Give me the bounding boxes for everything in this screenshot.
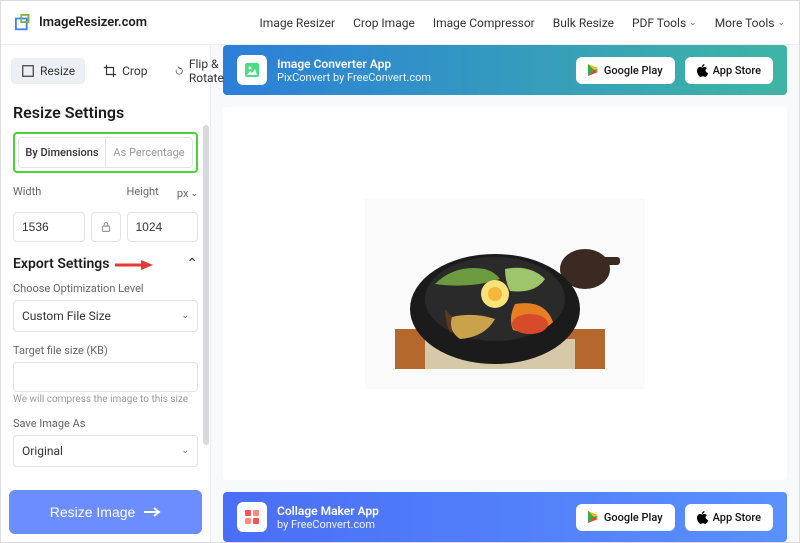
- crop-frame-icon: [21, 64, 35, 78]
- apple-icon: [697, 511, 708, 524]
- topbar: ImageResizer.com Image Resizer Crop Imag…: [1, 1, 799, 45]
- promo-top-title: Image Converter App: [277, 57, 566, 71]
- top-nav: Image Resizer Crop Image Image Compresso…: [260, 16, 785, 30]
- resize-mode-highlight: By Dimensions As Percentage: [13, 132, 198, 173]
- target-size-input[interactable]: [13, 362, 198, 392]
- app-store-button[interactable]: App Store: [685, 504, 773, 531]
- mode-as-percentage[interactable]: As Percentage: [105, 138, 192, 167]
- logo-icon: [15, 14, 33, 32]
- image-canvas: [223, 107, 787, 480]
- sidebar: Resize Crop Flip & Rotate Resize Setting…: [1, 45, 211, 542]
- logo[interactable]: ImageResizer.com: [15, 14, 147, 32]
- chevron-up-icon: ⌃: [186, 256, 198, 272]
- tab-resize[interactable]: Resize: [11, 58, 85, 84]
- tool-tabs: Resize Crop Flip & Rotate: [1, 45, 210, 97]
- export-settings-toggle[interactable]: Export Settings ⌃: [13, 256, 198, 272]
- chevron-down-icon: ⌄: [777, 18, 785, 28]
- annotation-arrow-icon: [113, 258, 153, 272]
- google-play-icon: [588, 511, 599, 523]
- save-as-select[interactable]: Original ⌄: [13, 435, 198, 467]
- app-shell: ImageResizer.com Image Resizer Crop Imag…: [0, 0, 800, 543]
- promo-bottom-sub: by FreeConvert.com: [277, 518, 566, 531]
- brand-name: ImageResizer.com: [39, 15, 147, 30]
- tab-crop[interactable]: Crop: [93, 58, 157, 84]
- width-input[interactable]: [13, 212, 85, 242]
- height-input[interactable]: [127, 212, 199, 242]
- unit-select[interactable]: px ⌄: [177, 187, 198, 200]
- google-play-icon: [588, 64, 599, 76]
- nav-pdf-tools[interactable]: PDF Tools⌄: [632, 16, 697, 30]
- google-play-button[interactable]: Google Play: [576, 57, 675, 84]
- crop-icon: [103, 64, 117, 78]
- target-size-label: Target file size (KB): [13, 344, 198, 357]
- chevron-down-icon: ⌄: [181, 446, 189, 456]
- content: Resize Crop Flip & Rotate Resize Setting…: [1, 45, 799, 542]
- google-play-button[interactable]: Google Play: [576, 504, 675, 531]
- optimization-select[interactable]: Custom File Size ⌄: [13, 300, 198, 332]
- promo-app-icon: [237, 55, 267, 85]
- height-label: Height: [127, 185, 159, 198]
- rotate-icon: [175, 64, 183, 78]
- promo-bottom-title: Collage Maker App: [277, 504, 566, 518]
- main-area: Image Converter App PixConvert by FreeCo…: [211, 45, 799, 542]
- nav-image-compressor[interactable]: Image Compressor: [433, 16, 535, 30]
- image-preview[interactable]: [365, 199, 645, 389]
- nav-image-resizer[interactable]: Image Resizer: [260, 16, 336, 30]
- width-label: Width: [13, 185, 85, 198]
- lock-aspect-button[interactable]: [91, 212, 121, 242]
- export-settings-heading: Export Settings: [13, 256, 109, 272]
- nav-more-tools[interactable]: More Tools⌄: [715, 16, 785, 30]
- save-as-label: Save Image As: [13, 417, 198, 430]
- lock-icon: [99, 220, 113, 234]
- optimization-label: Choose Optimization Level: [13, 282, 198, 295]
- nav-bulk-resize[interactable]: Bulk Resize: [553, 16, 614, 30]
- apple-icon: [697, 64, 708, 77]
- chevron-down-icon: ⌄: [181, 311, 189, 321]
- target-size-helper: We will compress the image to this size: [13, 394, 198, 405]
- chevron-down-icon: ⌄: [689, 18, 697, 28]
- resize-image-button[interactable]: Resize Image: [9, 490, 202, 534]
- chevron-down-icon: ⌄: [190, 189, 198, 199]
- app-store-button[interactable]: App Store: [685, 57, 773, 84]
- mode-by-dimensions[interactable]: By Dimensions: [19, 138, 105, 167]
- scrollbar[interactable]: [203, 45, 209, 482]
- promo-app-icon: [237, 502, 267, 532]
- arrow-right-icon: [143, 506, 161, 518]
- nav-crop-image[interactable]: Crop Image: [353, 16, 415, 30]
- promo-banner-top: Image Converter App PixConvert by FreeCo…: [223, 45, 787, 95]
- promo-top-sub: PixConvert by FreeConvert.com: [277, 71, 566, 84]
- promo-banner-bottom: Collage Maker App by FreeConvert.com Goo…: [223, 492, 787, 542]
- sidebar-panel: Resize Settings By Dimensions As Percent…: [1, 97, 210, 490]
- resize-settings-heading: Resize Settings: [13, 103, 198, 122]
- resize-mode-segment: By Dimensions As Percentage: [18, 137, 193, 168]
